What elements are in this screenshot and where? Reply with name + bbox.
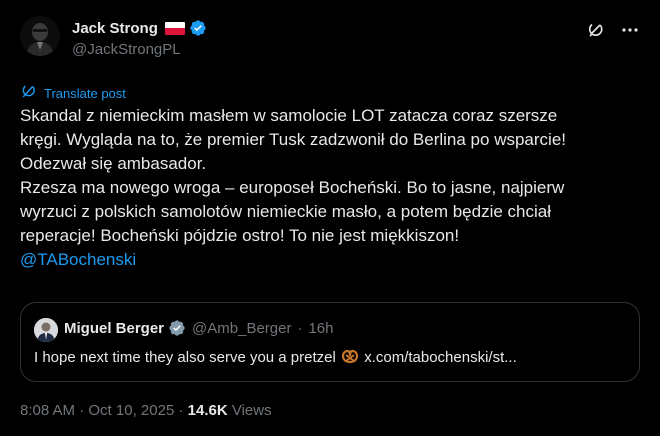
verified-badge-icon[interactable] [189,19,207,37]
verified-badge-icon [168,319,186,337]
post-text-line: kręgi. Wygląda na to, że premier Tusk za… [20,130,566,149]
views-label: Views [227,402,272,419]
quoted-author-handle: @Amb_Berger [192,319,292,337]
author-name-row: Jack Strong [72,18,207,38]
mention-link[interactable]: @TABochenski [20,248,642,272]
meta-separator: · [297,319,303,337]
author-handle[interactable]: @JackStrongPL [72,41,181,58]
meta-separator: · [75,402,89,419]
grok-icon[interactable] [586,20,606,40]
post-time[interactable]: 8:08 AM [20,402,75,419]
quoted-post-time: 16h [308,319,334,337]
quoted-post-text: I hope next time they also serve you a p… [34,349,517,366]
views-count: 14.6K [187,402,228,419]
quoted-post-link[interactable]: x.com/tabochenski/st... [364,349,517,366]
poland-flag-icon [164,21,185,35]
meta-separator: · [174,402,188,419]
post-actions [586,20,640,40]
translate-icon [20,82,38,105]
quoted-post-header: Miguel Berger @Amb_Berger · 16h [64,319,334,337]
translate-post-label: Translate post [44,86,126,101]
post-text-line: wyrzuci z polskich samolotów niemieckie … [20,202,551,221]
post-meta: 8:08 AM · Oct 10, 2025 · 14.6K Views [20,402,272,419]
post-date[interactable]: Oct 10, 2025 [88,402,174,419]
quoted-post-text-body: I hope next time they also serve you a p… [34,349,336,366]
author-avatar[interactable] [20,16,60,56]
quoted-author-avatar[interactable] [34,318,58,342]
post-text-line: Odezwał się ambasador. [20,154,207,173]
translate-post-link[interactable]: Translate post [20,82,126,105]
post-text-line: Skandal z niemieckim masłem w samolocie … [20,106,558,125]
author-display-name[interactable]: Jack Strong [72,20,158,37]
post-text-line: reperacje! Bocheński pójdzie ostro! To n… [20,226,460,245]
post-text-line: Rzesza ma nowego wroga – europoseł Boche… [20,178,565,197]
pretzel-emoji-icon [341,349,359,364]
quoted-post-card[interactable]: Miguel Berger @Amb_Berger · 16h I hope n… [20,302,640,382]
post-body: Skandal z niemieckim masłem w samolocie … [20,104,642,272]
more-options-icon[interactable] [620,20,640,40]
quoted-author-name: Miguel Berger [64,319,165,337]
